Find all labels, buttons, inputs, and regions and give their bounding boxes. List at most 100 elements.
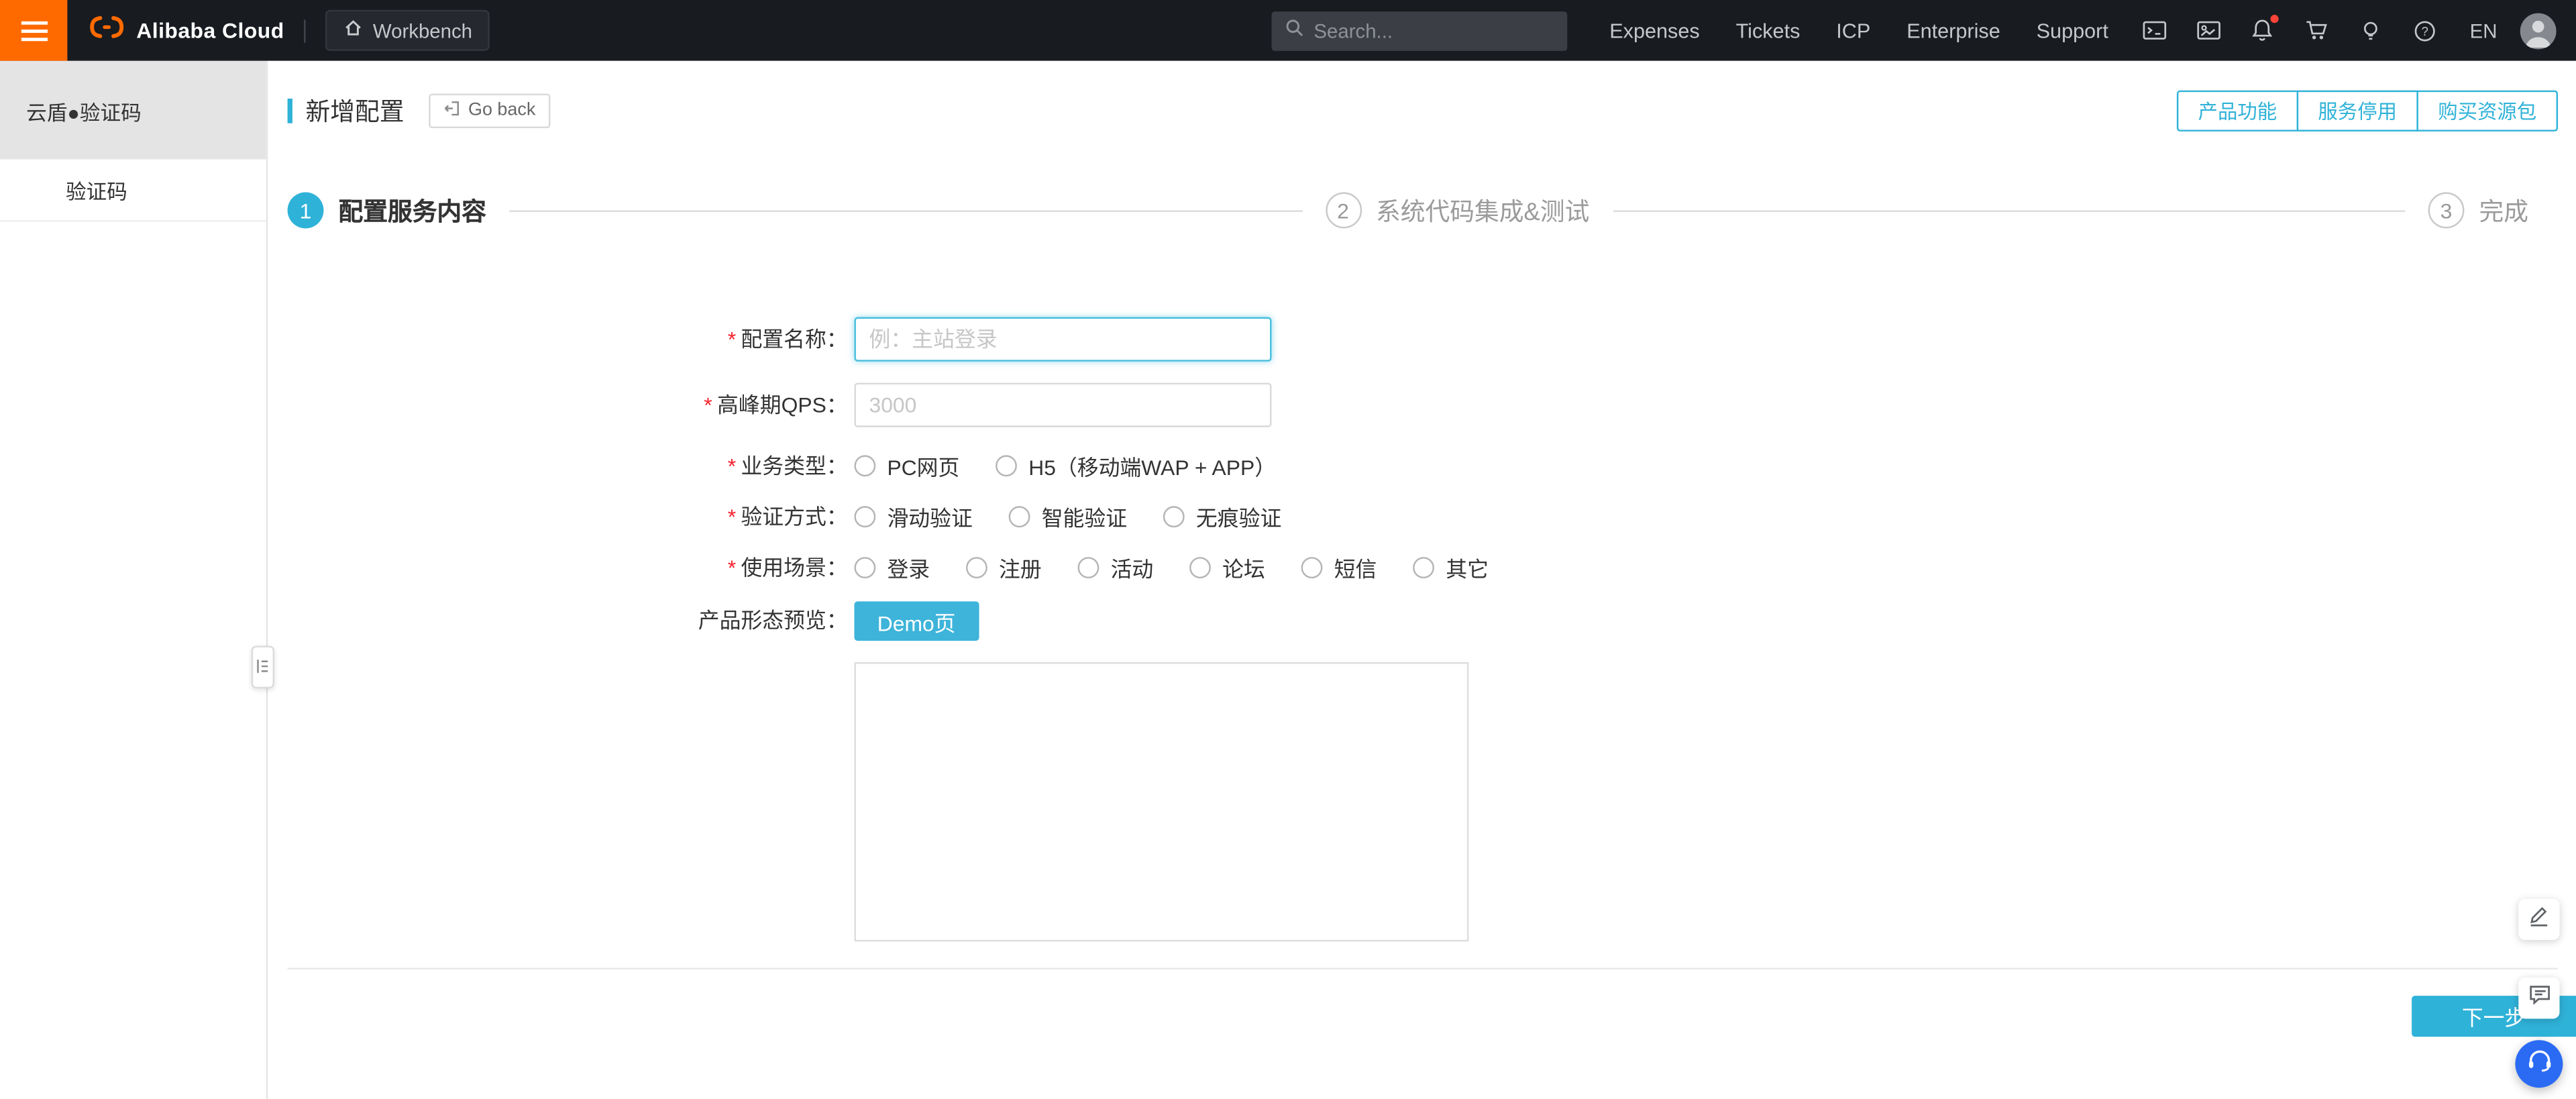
page-header: 新增配置 Go back 产品功能 服务停用 购买资源包: [287, 89, 2559, 131]
collapse-icon: [256, 652, 270, 682]
demo-page-button[interactable]: Demo页: [854, 601, 979, 641]
radio-icon: [1189, 557, 1212, 579]
step-connector: [509, 209, 1302, 211]
radio-invisible-verify[interactable]: 无痕验证: [1163, 501, 1281, 533]
hamburger-icon: [20, 20, 47, 24]
required-mark: *: [727, 453, 737, 478]
workbench-label: Workbench: [372, 19, 473, 42]
nav-item-icp[interactable]: ICP: [1836, 19, 1870, 42]
radio-icon: [1301, 557, 1323, 579]
peak-qps-input[interactable]: [854, 382, 1272, 427]
feedback-edit-button[interactable]: [2518, 898, 2560, 940]
radio-icon: [854, 506, 876, 528]
preview-label: 产品形态预览：: [698, 608, 848, 633]
nav-item-support[interactable]: Support: [2037, 19, 2108, 42]
workbench-button[interactable]: Workbench: [325, 9, 490, 51]
radio-icon: [854, 557, 876, 579]
go-back-icon: [443, 99, 460, 121]
step-3-label: 完成: [2479, 198, 2529, 226]
radio-scene-other[interactable]: 其它: [1413, 552, 1489, 584]
step-3: 3 完成: [2428, 192, 2529, 229]
radio-slide-verify[interactable]: 滑动验证: [854, 501, 973, 533]
required-mark: *: [727, 327, 737, 352]
radio-icon: [1413, 557, 1435, 579]
app-icon[interactable]: [2196, 17, 2222, 44]
topbar-separator: [304, 19, 306, 42]
service-disable-button[interactable]: 服务停用: [2296, 89, 2418, 131]
form-footer: 下一步: [288, 996, 2576, 1037]
avatar[interactable]: [2520, 12, 2557, 49]
brand-logo[interactable]: Alibaba Cloud: [89, 14, 284, 47]
sidebar-item-captcha[interactable]: 验证码: [0, 159, 266, 222]
svg-text:?: ?: [2422, 23, 2428, 38]
brand-name: Alibaba Cloud: [136, 17, 284, 43]
sidebar-collapse-handle[interactable]: [251, 645, 274, 689]
radio-icon: [1163, 506, 1185, 528]
radio-scene-activity[interactable]: 活动: [1077, 552, 1153, 584]
step-3-number: 3: [2428, 192, 2465, 229]
page-title: 新增配置: [305, 97, 405, 126]
radio-pc-web[interactable]: PC网页: [854, 450, 959, 482]
alibaba-cloud-logo-icon: [89, 14, 125, 47]
radio-h5[interactable]: H5（移动端WAP + APP）: [996, 450, 1276, 482]
radio-scene-login[interactable]: 登录: [854, 552, 930, 584]
config-form: *配置名称： *高峰期QPS： *业务类型：: [288, 317, 2558, 942]
lightbulb-icon[interactable]: [2358, 17, 2384, 44]
message-icon: [2528, 984, 2551, 1013]
preview-row: 产品形态预览： Demo页: [288, 601, 2558, 942]
step-1-label: 配置服务内容: [338, 198, 486, 226]
radio-smart-verify[interactable]: 智能验证: [1008, 501, 1127, 533]
config-name-label: * 配置名称：: [727, 327, 848, 352]
chat-button[interactable]: [2518, 978, 2560, 1019]
topbar-nav: Expenses Tickets ICP Enterprise Support: [1609, 19, 2108, 42]
radio-scene-forum[interactable]: 论坛: [1189, 552, 1265, 584]
step-2: 2 系统代码集成&测试: [1325, 192, 1589, 229]
use-scene-label: * 使用场景：: [727, 555, 848, 580]
language-selector[interactable]: EN: [2470, 19, 2498, 42]
radio-scene-sms[interactable]: 短信: [1301, 552, 1377, 584]
business-type-row: * 业务类型： PC网页 H5（移动端WAP + APP）: [288, 449, 2558, 483]
radio-icon: [1008, 506, 1030, 528]
verify-method-row: * 验证方式： 滑动验证 智能验证 无痕验证: [288, 499, 2558, 533]
assistant-button[interactable]: [2515, 1040, 2563, 1088]
peak-qps-label: * 高峰期QPS：: [704, 392, 848, 418]
sidebar-product-title: 云盾●验证码: [0, 60, 266, 160]
header-actions: 产品功能 服务停用 购买资源包: [2176, 89, 2559, 131]
nav-item-expenses[interactable]: Expenses: [1609, 19, 1699, 42]
sidebar: 云盾●验证码 验证码: [0, 60, 268, 1099]
buy-resource-pack-button[interactable]: 购买资源包: [2416, 89, 2559, 131]
page: Alibaba Cloud Workbench Expenses Tickets…: [0, 0, 2576, 1099]
radio-icon: [854, 455, 876, 477]
radio-scene-register[interactable]: 注册: [966, 552, 1042, 584]
title-accent-bar: [287, 97, 292, 123]
product-features-button[interactable]: 产品功能: [2176, 89, 2299, 131]
config-name-input[interactable]: [854, 317, 1272, 362]
hamburger-menu-button[interactable]: [0, 0, 68, 61]
required-mark: *: [704, 392, 712, 418]
business-type-label: * 业务类型：: [727, 453, 848, 478]
required-mark: *: [727, 555, 737, 580]
radio-icon: [1077, 557, 1099, 579]
step-2-number: 2: [1325, 192, 1361, 229]
nav-item-enterprise[interactable]: Enterprise: [1907, 19, 2000, 42]
use-scene-row: * 使用场景： 登录 注册 活动 论坛 短信 其它: [288, 550, 2558, 584]
console-icon[interactable]: [2141, 17, 2167, 44]
go-back-label: Go back: [468, 100, 536, 120]
search-icon: [1284, 15, 1303, 45]
nav-item-tickets[interactable]: Tickets: [1736, 19, 1801, 42]
radio-icon: [996, 455, 1018, 477]
search-box: [1271, 10, 1567, 50]
search-input[interactable]: [1313, 19, 1554, 42]
topbar: Alibaba Cloud Workbench Expenses Tickets…: [0, 0, 2576, 61]
peak-qps-row: * 高峰期QPS：: [288, 382, 2558, 427]
required-mark: *: [727, 504, 737, 529]
help-icon[interactable]: ?: [2412, 17, 2438, 44]
home-icon: [343, 18, 363, 43]
go-back-button[interactable]: Go back: [429, 93, 551, 127]
pencil-icon: [2528, 904, 2550, 934]
step-1: 1 配置服务内容: [287, 192, 486, 229]
steps-indicator: 1 配置服务内容 2 系统代码集成&测试 3 完成: [287, 192, 2558, 229]
cart-icon[interactable]: [2304, 17, 2330, 44]
config-name-row: * 配置名称：: [288, 317, 2558, 362]
bell-icon[interactable]: [2249, 13, 2279, 44]
